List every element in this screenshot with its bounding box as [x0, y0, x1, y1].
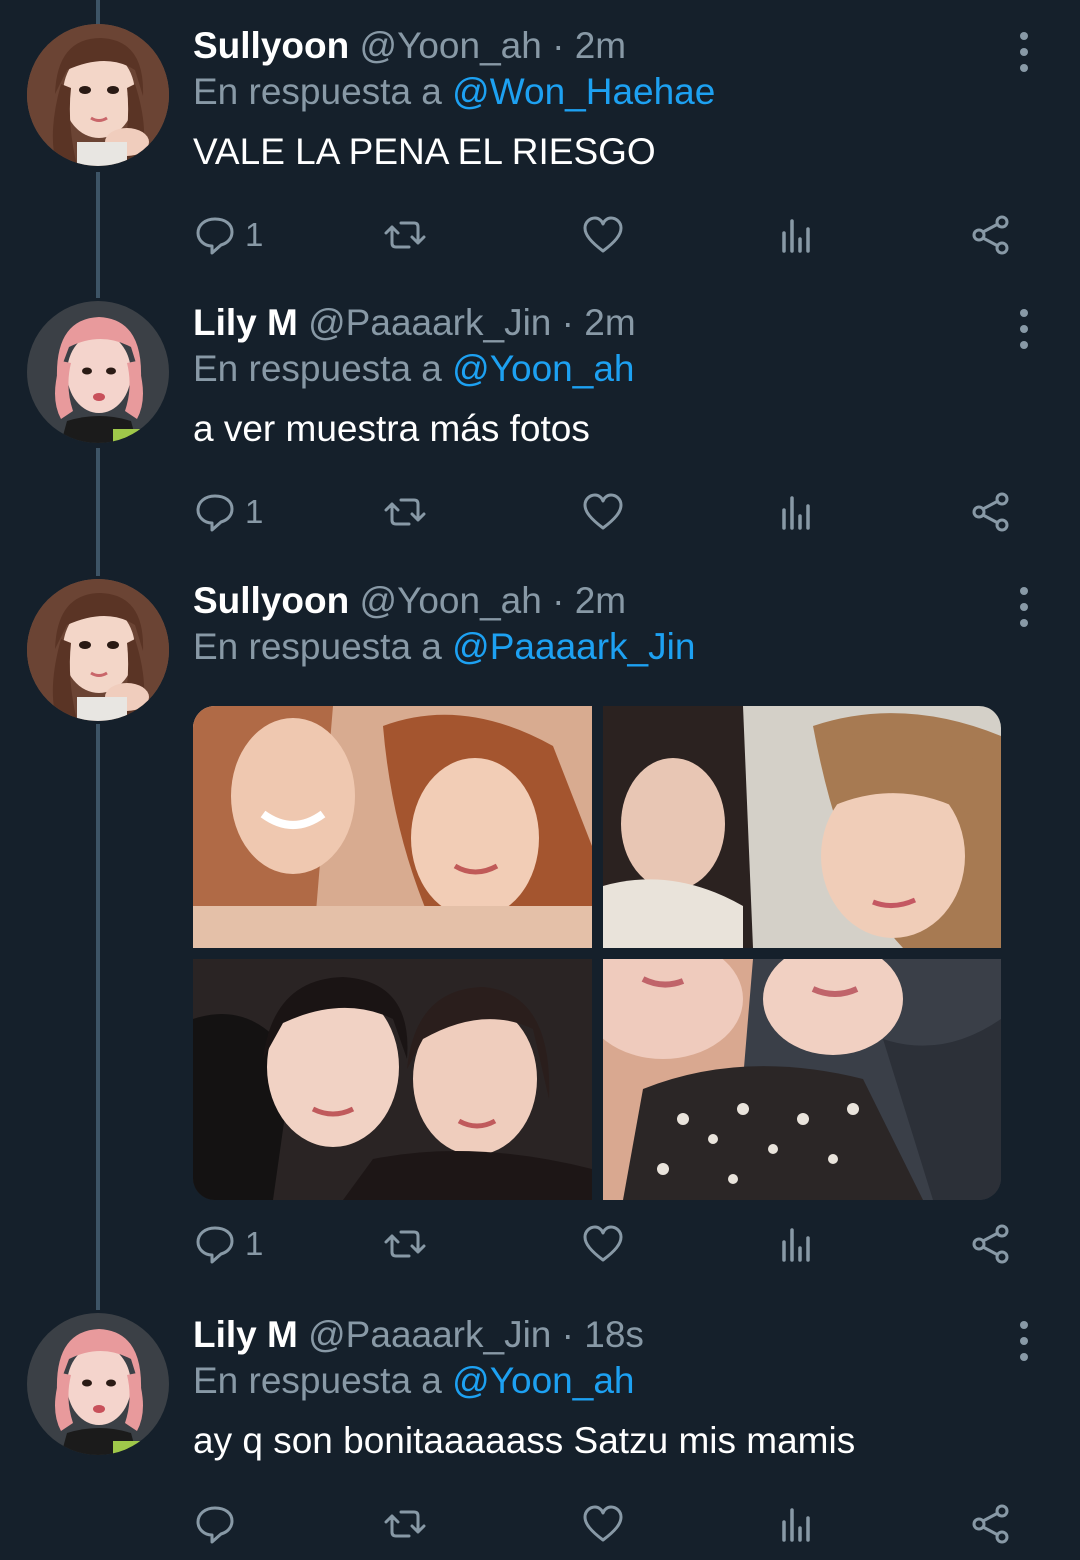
- timestamp[interactable]: 18s: [584, 1314, 644, 1355]
- reply-mention-link[interactable]: @Yoon_ah: [452, 1360, 634, 1401]
- analytics-icon: [782, 219, 810, 253]
- reply-button[interactable]: 1: [193, 487, 263, 537]
- separator-dot: ·: [541, 580, 575, 621]
- reply-context: En respuesta a @Yoon_ah: [193, 1358, 1020, 1404]
- timestamp[interactable]: 2m: [575, 25, 626, 66]
- share-button[interactable]: [969, 210, 1013, 260]
- share-button[interactable]: [969, 487, 1013, 537]
- separator-dot: ·: [551, 302, 585, 343]
- separator-dot: ·: [541, 25, 575, 66]
- retweet-icon: [384, 221, 426, 249]
- avatar[interactable]: [27, 24, 169, 166]
- photo-3[interactable]: [193, 959, 592, 1200]
- reply-button[interactable]: [193, 1499, 245, 1549]
- tweet-text: a ver muestra más fotos: [193, 408, 590, 449]
- user-handle[interactable]: @Paaaark_Jin: [308, 1314, 551, 1355]
- heart-icon: [583, 1225, 623, 1262]
- like-button[interactable]: [581, 210, 625, 260]
- reply-icon: [196, 1226, 234, 1264]
- share-icon: [972, 492, 1009, 532]
- user-handle[interactable]: @Yoon_ah: [360, 25, 542, 66]
- avatar[interactable]: [27, 579, 169, 721]
- analytics-button[interactable]: [775, 1219, 819, 1269]
- display-name[interactable]: Lily M: [193, 1314, 298, 1355]
- tweet-text: ay q son bonitaaaaass Satzu mis mamis: [193, 1420, 856, 1461]
- display-name[interactable]: Sullyoon: [193, 580, 349, 621]
- reply-prefix: En respuesta a: [193, 626, 453, 667]
- like-button[interactable]: [581, 1219, 625, 1269]
- reply-mention-link[interactable]: @Paaaark_Jin: [452, 626, 695, 667]
- like-button[interactable]: [581, 1499, 625, 1549]
- reply-button[interactable]: 1: [193, 1219, 263, 1269]
- analytics-icon: [782, 1508, 810, 1542]
- tweet-actions: 1: [193, 210, 1023, 260]
- retweet-icon: [384, 1510, 426, 1538]
- retweet-button[interactable]: [383, 1499, 427, 1549]
- analytics-button[interactable]: [775, 210, 819, 260]
- conversation-feed: Sullyoon @Yoon_ah · 2m En respuesta a @W…: [0, 0, 1080, 1560]
- reply-icon: [196, 1506, 234, 1544]
- reply-mention-link[interactable]: @Yoon_ah: [452, 348, 634, 389]
- user-handle[interactable]: @Paaaark_Jin: [308, 302, 551, 343]
- retweet-button[interactable]: [383, 1219, 427, 1269]
- tweet-actions: 1: [193, 487, 1023, 537]
- reply-context: En respuesta a @Paaaark_Jin: [193, 624, 1020, 670]
- timestamp[interactable]: 2m: [584, 302, 635, 343]
- media-grid: [193, 706, 1001, 1200]
- more-icon[interactable]: [1014, 309, 1034, 349]
- more-icon[interactable]: [1014, 1321, 1034, 1361]
- photo-1[interactable]: [193, 706, 592, 948]
- reply-count: 1: [245, 216, 264, 253]
- photo-2[interactable]: [603, 706, 1001, 948]
- display-name[interactable]: Lily M: [193, 302, 298, 343]
- share-icon: [972, 215, 1009, 255]
- retweet-icon: [384, 498, 426, 526]
- tweet-actions: 1: [193, 1219, 1023, 1269]
- reply-count: 1: [245, 1225, 264, 1262]
- heart-icon: [583, 493, 623, 530]
- more-icon[interactable]: [1014, 32, 1034, 72]
- more-icon[interactable]: [1014, 587, 1034, 627]
- display-name[interactable]: Sullyoon: [193, 25, 349, 66]
- reply-icon: [196, 217, 234, 255]
- share-icon: [972, 1504, 1009, 1544]
- retweet-button[interactable]: [383, 210, 427, 260]
- tweet-header: Sullyoon @Yoon_ah · 2m: [193, 579, 1020, 623]
- reply-prefix: En respuesta a: [193, 71, 453, 112]
- reply-count: 1: [245, 493, 264, 530]
- analytics-button[interactable]: [775, 1499, 819, 1549]
- photo-4[interactable]: [603, 959, 1001, 1200]
- analytics-button[interactable]: [775, 487, 819, 537]
- reply-context: En respuesta a @Yoon_ah: [193, 346, 1020, 392]
- reply-prefix: En respuesta a: [193, 1360, 453, 1401]
- tweet-header: Lily M @Paaaark_Jin · 18s: [193, 1313, 1020, 1357]
- reply-mention-link[interactable]: @Won_Haehae: [452, 71, 715, 112]
- reply-icon: [196, 494, 234, 532]
- reply-button[interactable]: 1: [193, 210, 263, 260]
- tweet-header: Lily M @Paaaark_Jin · 2m: [193, 301, 1020, 345]
- avatar[interactable]: [27, 1313, 169, 1455]
- reply-context: En respuesta a @Won_Haehae: [193, 69, 1020, 115]
- tweet-text: VALE LA PENA EL RIESGO: [193, 131, 656, 172]
- share-button[interactable]: [969, 1499, 1013, 1549]
- like-button[interactable]: [581, 487, 625, 537]
- avatar[interactable]: [27, 301, 169, 443]
- reply-prefix: En respuesta a: [193, 348, 453, 389]
- retweet-button[interactable]: [383, 487, 427, 537]
- share-button[interactable]: [969, 1219, 1013, 1269]
- timestamp[interactable]: 2m: [575, 580, 626, 621]
- heart-icon: [583, 1505, 623, 1542]
- heart-icon: [583, 216, 623, 253]
- share-icon: [972, 1224, 1009, 1264]
- retweet-icon: [384, 1230, 426, 1258]
- analytics-icon: [782, 1228, 810, 1262]
- tweet-header: Sullyoon @Yoon_ah · 2m: [193, 24, 1020, 68]
- tweet-actions: [193, 1499, 1023, 1549]
- separator-dot: ·: [551, 1314, 585, 1355]
- analytics-icon: [782, 496, 810, 530]
- user-handle[interactable]: @Yoon_ah: [360, 580, 542, 621]
